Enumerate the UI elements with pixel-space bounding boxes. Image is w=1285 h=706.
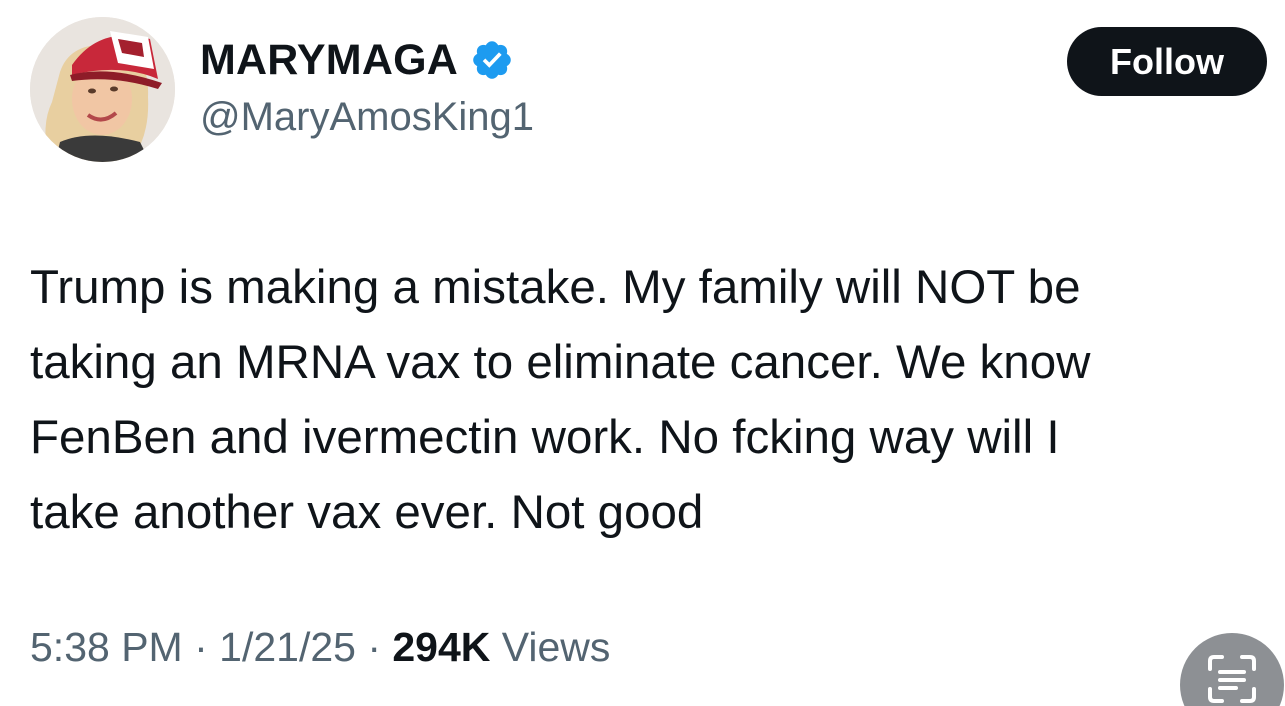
tweet-text: Trump is making a mistake. My family wil… <box>30 261 1091 539</box>
scan-text-icon <box>1208 655 1256 703</box>
tweet-card: MARYMAGA @MaryAmosKing1 Follow Trump is … <box>0 0 1285 706</box>
tweet-time[interactable]: 5:38 PM <box>30 624 183 670</box>
scan-text-button[interactable] <box>1180 633 1284 706</box>
tweet-meta: 5:38 PM · 1/21/25 · 294K Views <box>30 624 610 671</box>
follow-button[interactable]: Follow <box>1067 27 1267 96</box>
meta-separator: · <box>182 624 220 670</box>
verified-badge-icon <box>470 38 514 82</box>
views-label: Views <box>490 624 611 670</box>
user-name-row: MARYMAGA <box>200 34 514 86</box>
views-count: 294K <box>392 624 491 670</box>
user-handle[interactable]: @MaryAmosKing1 <box>200 95 534 140</box>
avatar[interactable] <box>30 17 175 162</box>
tweet-date[interactable]: 1/21/25 <box>219 624 356 670</box>
meta-separator: · <box>355 624 393 670</box>
display-name[interactable]: MARYMAGA <box>200 36 458 85</box>
avatar-photo <box>30 17 175 162</box>
